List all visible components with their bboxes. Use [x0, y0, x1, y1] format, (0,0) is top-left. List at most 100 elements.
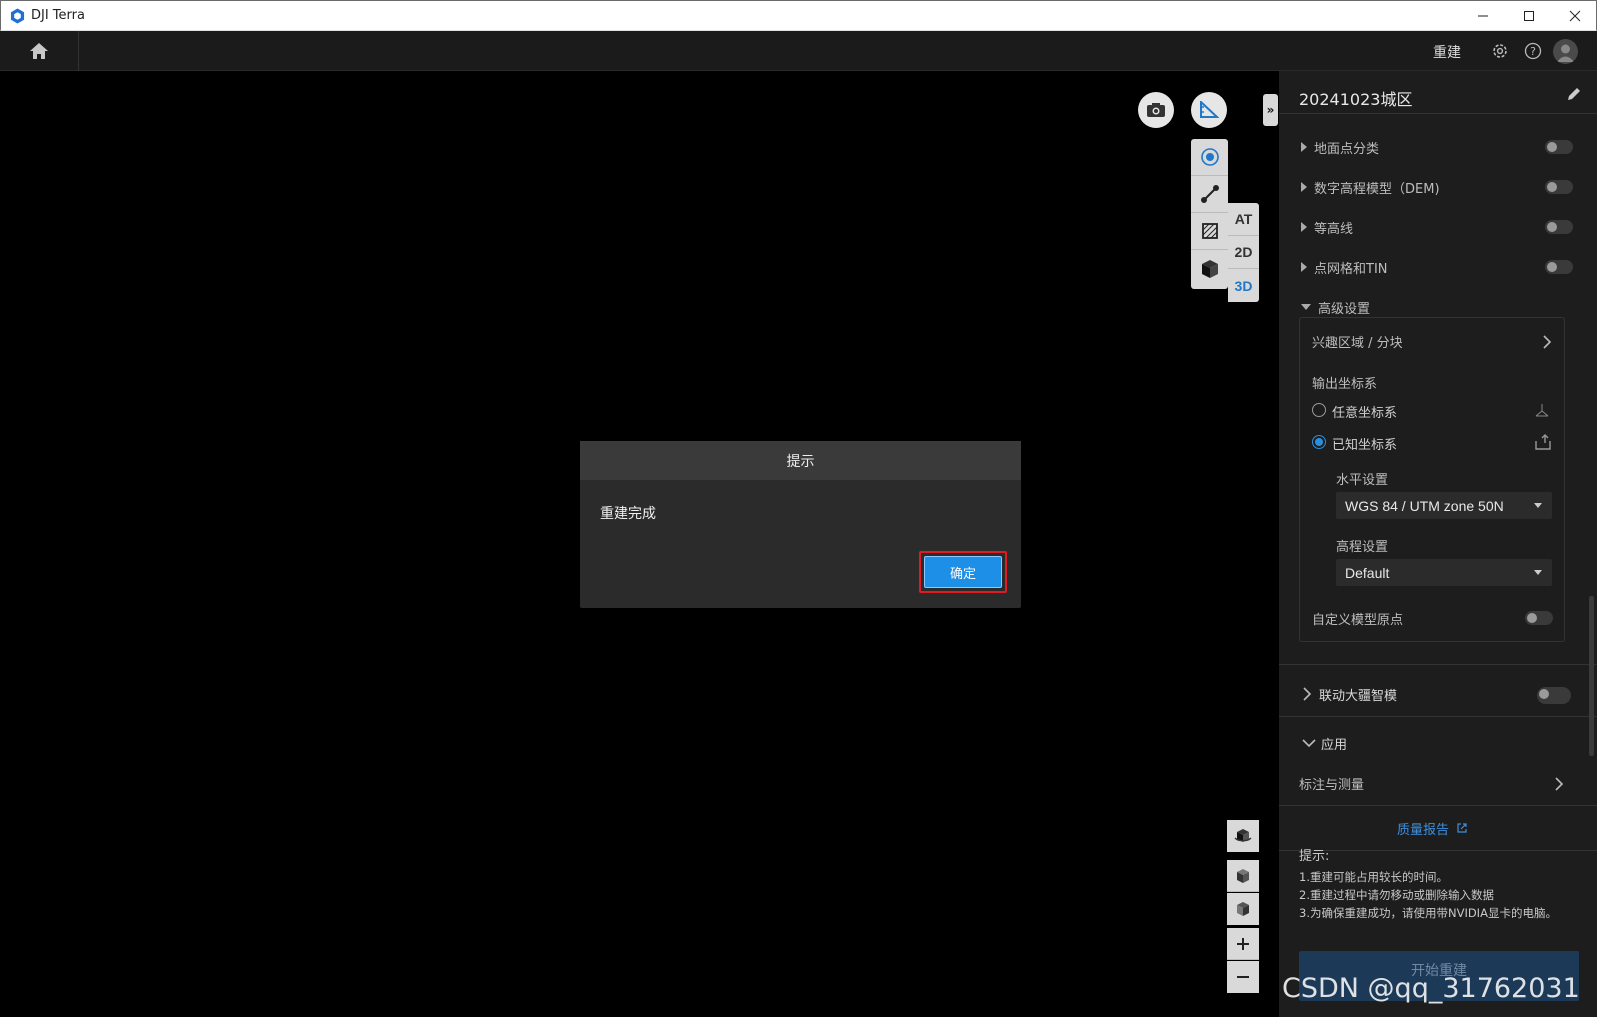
axis-icon[interactable]	[1534, 402, 1550, 418]
dropdown-arrow-icon	[1534, 503, 1542, 508]
chevron-right-icon	[1543, 335, 1552, 349]
annotate-measure-label: 标注与测量	[1299, 778, 1365, 793]
tip-line: 2.重建过程中请勿移动或删除输入数据	[1299, 888, 1494, 902]
arbitrary-crs-radio[interactable]	[1312, 403, 1326, 417]
line-tool-button[interactable]	[1191, 176, 1228, 213]
rebuild-label[interactable]: 重建	[1433, 42, 1461, 62]
side-view-button[interactable]	[1227, 893, 1259, 925]
horizontal-setting-label: 水平设置	[1336, 473, 1389, 488]
divider	[1279, 113, 1597, 114]
section-apply[interactable]: 应用	[1301, 733, 1566, 753]
dem-toggle[interactable]	[1545, 180, 1573, 194]
minimize-button[interactable]	[1460, 1, 1506, 31]
custom-origin-label: 自定义模型原点	[1312, 613, 1404, 628]
mode-2d-button[interactable]: 2D	[1228, 236, 1259, 269]
known-crs-label[interactable]: 已知坐标系	[1332, 434, 1397, 453]
close-window-button[interactable]	[1552, 1, 1597, 31]
section-contour[interactable]: 等高线	[1301, 217, 1566, 237]
dropdown-arrow-icon	[1534, 570, 1542, 575]
plus-icon	[1237, 937, 1249, 950]
horizontal-crs-value: WGS 84 / UTM zone 50N	[1345, 497, 1504, 514]
linkage-toggle[interactable]	[1537, 687, 1571, 704]
user-icon	[1557, 44, 1574, 62]
area-tool-button[interactable]	[1191, 213, 1228, 250]
tip-line: 1.重建可能占用较长的时间。	[1299, 870, 1448, 884]
contour-toggle[interactable]	[1545, 220, 1573, 234]
vertical-crs-select[interactable]: Default	[1336, 559, 1552, 586]
grid-tin-toggle[interactable]	[1545, 260, 1573, 274]
external-link-icon	[1457, 823, 1467, 833]
output-crs-label: 输出坐标系	[1312, 377, 1378, 392]
zoom-out-button[interactable]	[1227, 961, 1259, 993]
top-toolbar: 重建 ?	[0, 31, 1597, 71]
section-dem[interactable]: 数字高程模型（DEM)	[1301, 177, 1566, 197]
maximize-button[interactable]	[1506, 1, 1552, 31]
annotate-measure-row[interactable]: 标注与测量	[1299, 774, 1564, 794]
section-ground-classification[interactable]: 地面点分类	[1301, 137, 1566, 157]
screenshot-button[interactable]	[1138, 92, 1174, 128]
arbitrary-crs-label[interactable]: 任意坐标系	[1332, 402, 1397, 421]
home-button[interactable]	[0, 31, 79, 71]
watermark-text: CSDN @qq_31762031	[1282, 973, 1580, 1004]
tips-block: 提示: 1.重建可能占用较长的时间。 2.重建过程中请勿移动或删除输入数据 3.…	[1299, 848, 1557, 922]
tips-heading: 提示:	[1299, 849, 1330, 864]
completion-dialog: 提示 重建完成 确定	[580, 441, 1021, 608]
caret-right-icon	[1301, 222, 1307, 232]
ok-button[interactable]: 确定	[924, 556, 1002, 588]
view-mode-switcher: AT 2D 3D	[1228, 203, 1259, 302]
measure-tool-button[interactable]	[1191, 92, 1227, 128]
top-view-button[interactable]	[1227, 860, 1259, 892]
roi-block-row[interactable]: 兴趣区域 / 分块	[1312, 332, 1552, 352]
mode-at-button[interactable]: AT	[1228, 203, 1259, 236]
quality-report-link[interactable]: 质量报告	[1397, 819, 1468, 838]
measure-toolbar	[1191, 139, 1228, 289]
section-label: 高级设置	[1318, 301, 1371, 317]
reset-view-icon	[1234, 829, 1252, 842]
section-grid-tin[interactable]: 点网格和TIN	[1301, 257, 1566, 277]
minimize-icon	[1478, 15, 1488, 17]
chevron-right-icon	[1303, 687, 1312, 701]
camera-icon	[1147, 103, 1165, 117]
minus-icon	[1237, 976, 1249, 978]
mode-3d-button[interactable]: 3D	[1228, 269, 1259, 302]
edit-pencil-icon[interactable]	[1566, 86, 1582, 102]
roi-label: 兴趣区域 / 分块	[1312, 336, 1403, 351]
panel-scrollbar[interactable]	[1589, 596, 1594, 756]
known-crs-radio[interactable]	[1312, 435, 1326, 449]
custom-origin-toggle[interactable]	[1525, 611, 1553, 625]
volume-tool-button[interactable]	[1191, 250, 1228, 287]
horizontal-crs-select[interactable]: WGS 84 / UTM zone 50N	[1336, 492, 1552, 519]
settings-panel: 20241023城区 地面点分类 数字高程模型（DEM) 等高线 点网格和TIN…	[1278, 71, 1597, 1017]
ground-classification-toggle[interactable]	[1545, 140, 1573, 154]
dialog-message: 重建完成	[600, 506, 656, 522]
ok-button-highlight: 确定	[919, 551, 1007, 593]
ruler-triangle-icon	[1200, 101, 1219, 118]
maximize-icon	[1524, 11, 1534, 21]
point-tool-button[interactable]	[1191, 139, 1228, 176]
settings-gear-icon[interactable]	[1490, 41, 1510, 61]
caret-right-icon	[1301, 262, 1307, 272]
reset-view-button[interactable]	[1227, 820, 1259, 852]
vertical-setting-label: 高程设置	[1336, 540, 1389, 555]
double-chevron-right-icon: »	[1266, 103, 1275, 117]
dialog-title: 提示	[580, 441, 1021, 480]
zoom-in-button[interactable]	[1227, 928, 1259, 960]
caret-right-icon	[1301, 142, 1307, 152]
divider	[1279, 805, 1597, 806]
collapse-panel-button[interactable]: »	[1263, 94, 1278, 126]
advanced-settings-box: 兴趣区域 / 分块 输出坐标系 任意坐标系 已知坐标系 水平设置 WGS 84 …	[1299, 317, 1565, 642]
project-title: 20241023城区	[1299, 90, 1413, 109]
help-icon[interactable]: ?	[1523, 41, 1543, 61]
window-titlebar: DJI Terra	[0, 0, 1597, 31]
quality-report-label: 质量报告	[1397, 823, 1450, 838]
section-linkage[interactable]: 联动大疆智模	[1301, 684, 1566, 704]
linkage-label: 联动大疆智模	[1319, 688, 1398, 704]
line-segment-icon	[1200, 185, 1219, 203]
tip-line: 3.为确保重建成功，请使用带NVIDIA显卡的电脑。	[1299, 906, 1557, 920]
section-advanced-settings[interactable]: 高级设置	[1301, 297, 1566, 317]
divider	[1279, 664, 1597, 665]
divider	[1279, 716, 1597, 717]
user-avatar[interactable]	[1553, 39, 1578, 64]
apply-label: 应用	[1321, 737, 1348, 753]
import-crs-icon[interactable]	[1534, 433, 1552, 451]
